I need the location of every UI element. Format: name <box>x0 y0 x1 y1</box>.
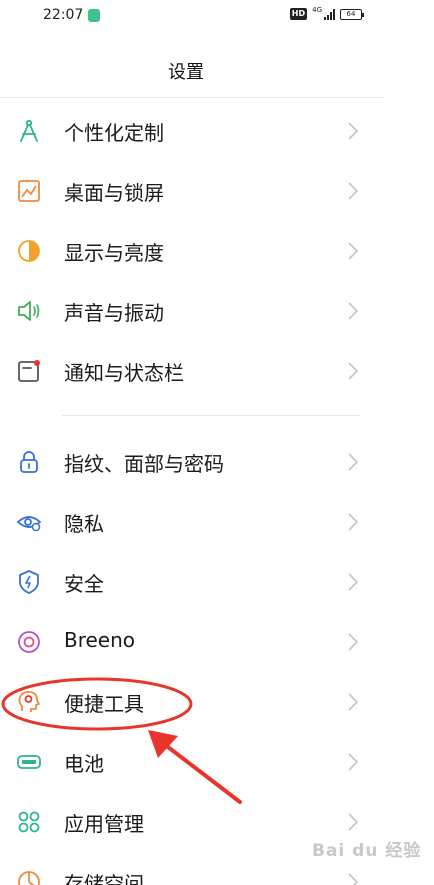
chevron-right-icon <box>348 362 359 380</box>
menu-label: 存储空间 <box>64 872 144 885</box>
menu-label: 隐私 <box>64 512 104 536</box>
annotation-arrow-icon <box>148 730 242 804</box>
menu-label: 应用管理 <box>64 812 144 836</box>
chevron-right-icon <box>348 513 359 531</box>
chevron-right-icon <box>348 873 359 885</box>
notification-icon <box>18 360 40 382</box>
menu-label: 通知与状态栏 <box>64 361 184 385</box>
header-divider <box>0 97 384 98</box>
menu-item-desktop-lockscreen[interactable]: 桌面与锁屏 <box>0 161 384 221</box>
page-title: 设置 <box>168 62 204 83</box>
storage-icon <box>18 871 40 885</box>
menu-label: 指纹、面部与密码 <box>64 452 224 476</box>
battery-icon <box>17 755 41 769</box>
chevron-right-icon <box>348 453 359 471</box>
menu-label: 显示与亮度 <box>64 241 164 265</box>
compass-icon <box>20 119 38 142</box>
brightness-icon <box>18 240 40 262</box>
status-time: 22:07 <box>43 7 84 23</box>
chevron-right-icon <box>348 633 359 651</box>
speaker-icon <box>18 301 40 321</box>
breeno-icon <box>18 631 40 653</box>
lock-icon <box>20 451 38 473</box>
wallpaper-icon <box>18 180 40 202</box>
menu-label: 声音与振动 <box>64 301 164 325</box>
menu-item-fingerprint-face-password[interactable]: 指纹、面部与密码 <box>0 432 384 492</box>
menu-label: 安全 <box>64 572 104 596</box>
shield-icon <box>19 570 39 594</box>
chevron-right-icon <box>348 242 359 260</box>
menu-label: 个性化定制 <box>64 121 164 145</box>
privacy-eye-icon <box>16 516 42 532</box>
status-bar: 22:07 HD 4G 64 <box>0 0 434 34</box>
chevron-right-icon <box>348 753 359 771</box>
chevron-right-icon <box>348 693 359 711</box>
hd-icon: HD <box>289 8 308 20</box>
chevron-right-icon <box>348 122 359 140</box>
status-indicators: HD 4G 64 <box>289 6 364 20</box>
app-notification-icon <box>88 9 100 22</box>
menu-item-breeno[interactable]: Breeno <box>0 612 384 672</box>
menu-label: Breeno <box>64 628 136 652</box>
chevron-right-icon <box>348 302 359 320</box>
battery-status-icon: 64 <box>340 8 364 20</box>
watermark: Bai du 经验 <box>312 841 422 861</box>
menu-item-security[interactable]: 安全 <box>0 552 384 612</box>
menu-item-privacy[interactable]: 隐私 <box>0 492 384 552</box>
menu-label: 电池 <box>64 752 104 776</box>
menu-item-personalization[interactable]: 个性化定制 <box>0 101 384 161</box>
chevron-right-icon <box>348 573 359 591</box>
chevron-right-icon <box>348 813 359 831</box>
menu-item-sound-vibration[interactable]: 声音与振动 <box>0 281 384 341</box>
chevron-right-icon <box>348 182 359 200</box>
menu-item-display-brightness[interactable]: 显示与亮度 <box>0 221 384 281</box>
menu-item-notification-statusbar[interactable]: 通知与状态栏 <box>0 341 384 401</box>
group-divider <box>62 415 360 416</box>
apps-icon <box>18 811 40 833</box>
menu-label: 桌面与锁屏 <box>64 181 164 205</box>
network-type: 4G <box>312 6 322 14</box>
signal-icon <box>324 8 335 20</box>
